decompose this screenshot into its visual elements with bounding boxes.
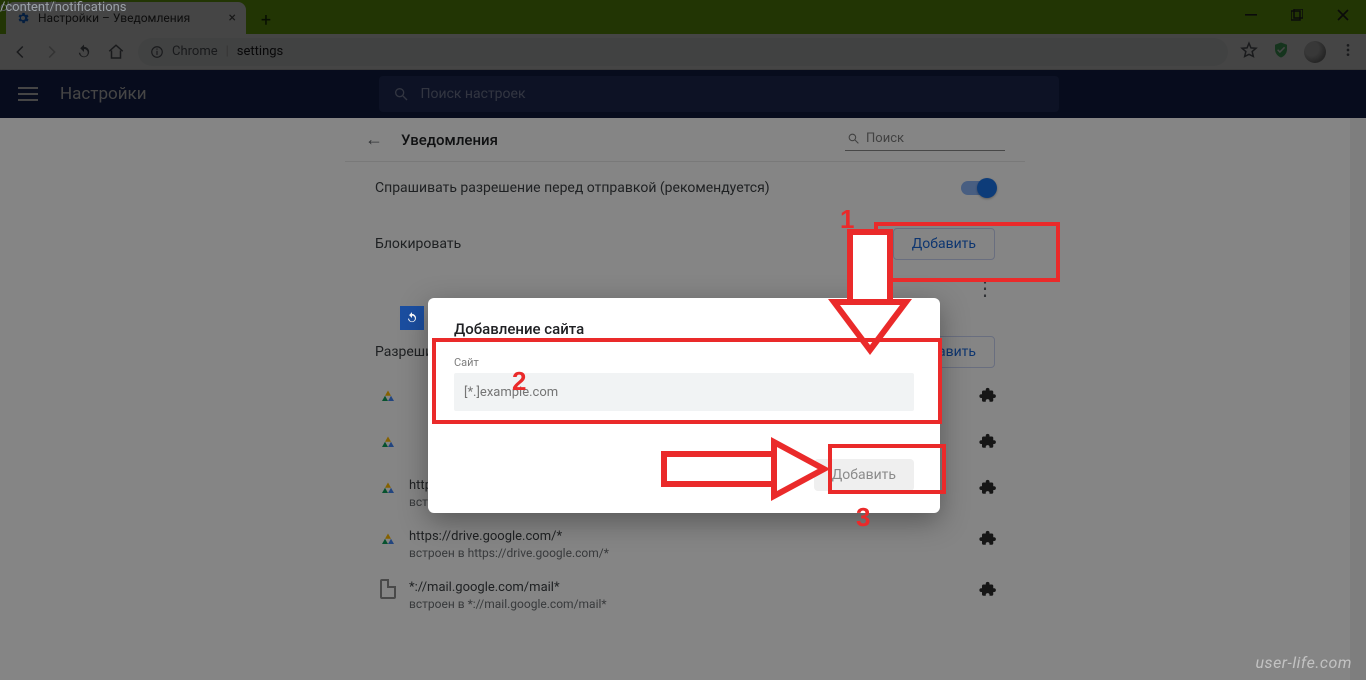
address-field[interactable]: Chrome | chrome://settings/content/notif… — [138, 38, 1228, 66]
add-site-dialog: Добавление сайта Сайт Отмена Добавить — [428, 298, 940, 513]
site-url-input[interactable] — [454, 373, 914, 411]
field-label: Сайт — [454, 356, 914, 369]
dialog-title: Добавление сайта — [454, 320, 914, 338]
add-button[interactable]: Добавить — [814, 459, 914, 491]
page-body: ← Уведомления Поиск Спрашивать разрешени… — [0, 118, 1366, 680]
browser-address-bar: Chrome | chrome://settings/content/notif… — [0, 34, 1366, 70]
refresh-icon — [400, 306, 424, 330]
url-text: chrome://settings/content/notifications — [237, 44, 283, 59]
